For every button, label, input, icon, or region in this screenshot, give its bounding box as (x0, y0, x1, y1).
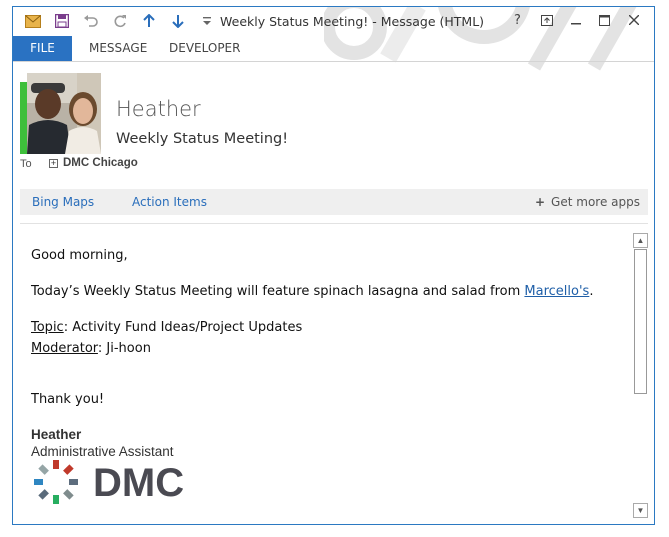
line1-suffix: . (589, 284, 594, 299)
moderator-line: Moderator: Ji-hoon (31, 341, 151, 356)
moderator-value: : Ji-hoon (97, 341, 151, 356)
sender-avatar[interactable] (27, 73, 101, 154)
redo-icon[interactable] (110, 12, 130, 30)
tab-file[interactable]: FILE (13, 36, 72, 61)
window-controls: ? (503, 10, 648, 30)
help-button[interactable]: ? (503, 10, 532, 30)
plus-icon: + (534, 195, 546, 209)
topic-value: : Activity Fund Ideas/Project Updates (63, 320, 303, 335)
app-bing-maps[interactable]: Bing Maps (32, 195, 94, 209)
scroll-up-button[interactable]: ▲ (633, 233, 648, 248)
marcellos-link[interactable]: Marcello's (524, 284, 589, 299)
ribbon-tabs: FILE MESSAGE DEVELOPER (13, 36, 654, 61)
undo-icon[interactable] (81, 12, 101, 30)
arrow-down-icon[interactable] (168, 12, 188, 30)
get-more-apps-label: Get more apps (551, 195, 640, 209)
closing: Thank you! (31, 392, 105, 407)
save-icon[interactable] (52, 12, 72, 30)
sender-name[interactable]: Heather (116, 97, 201, 121)
title-bar: Weekly Status Meeting! - Message (HTML) … (13, 7, 654, 35)
quick-access-toolbar (23, 12, 226, 30)
greeting: Good morning, (31, 248, 128, 263)
line1-text: Today’s Weekly Status Meeting will featu… (31, 284, 525, 299)
topic-line: Topic: Activity Fund Ideas/Project Updat… (31, 320, 302, 335)
customize-icon[interactable] (197, 12, 217, 30)
signature-name: Heather (31, 427, 82, 442)
tab-developer[interactable]: DEVELOPER (169, 36, 240, 61)
recipient[interactable]: DMC Chicago (63, 157, 138, 169)
minimize-button[interactable] (561, 10, 590, 30)
logo-text: DMC (93, 461, 184, 505)
expand-icon[interactable]: + (49, 159, 58, 168)
vertical-scrollbar[interactable]: ▲ ▼ (632, 227, 648, 518)
ribbon-divider (13, 61, 654, 62)
mail-icon[interactable] (23, 12, 43, 30)
message-subject: Weekly Status Meeting! (116, 131, 289, 147)
apps-bar: Bing Maps Action Items + Get more apps (20, 189, 648, 215)
close-button[interactable] (619, 10, 648, 30)
to-label: To (20, 158, 32, 170)
window-title: Weekly Status Meeting! - Message (HTML) (220, 14, 485, 29)
dmc-logo: DMC (31, 454, 211, 514)
body-paragraph: Today’s Weekly Status Meeting will featu… (31, 284, 593, 299)
get-more-apps-button[interactable]: + Get more apps (535, 195, 640, 209)
message-body[interactable]: Good morning, Today’s Weekly Status Meet… (20, 223, 648, 519)
presence-indicator (20, 82, 27, 154)
topic-label: Topic (31, 320, 64, 335)
scroll-down-button[interactable]: ▼ (633, 503, 648, 518)
message-window: Weekly Status Meeting! - Message (HTML) … (12, 6, 655, 525)
arrow-up-icon[interactable] (139, 12, 159, 30)
maximize-button[interactable] (590, 10, 619, 30)
tab-message[interactable]: MESSAGE (89, 36, 147, 61)
app-action-items[interactable]: Action Items (132, 195, 207, 209)
moderator-label: Moderator (31, 341, 98, 356)
ribbon-display-button[interactable] (532, 10, 561, 30)
scroll-thumb[interactable] (634, 249, 647, 394)
